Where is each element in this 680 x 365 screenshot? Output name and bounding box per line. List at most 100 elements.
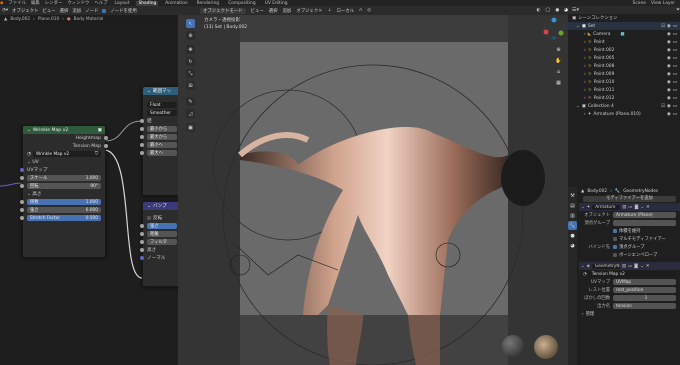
uv-map-field[interactable]: UVMap	[613, 279, 676, 285]
navigation-gizmo-icon[interactable]	[542, 17, 566, 41]
snap-icon[interactable]: ∩	[359, 8, 362, 13]
shield-icon[interactable]: ⛉	[95, 152, 98, 157]
orientation-dropdown[interactable]: ローカル	[337, 8, 355, 14]
expand-arrow-icon[interactable]: ›	[584, 96, 586, 101]
outliner-scene-collection[interactable]: ▣ シーンコレクション	[568, 14, 680, 22]
outliner-item[interactable]: › ☼ Point.009 ◉ ▭	[568, 70, 680, 78]
collapse-chevron-icon[interactable]: ⌄	[581, 264, 585, 269]
filter-icon[interactable]: ⏷	[676, 7, 680, 13]
gn-modifier-header[interactable]: ⌄ ◈ GeometryN ▤ ▭ ◙ ⌄ ✕	[579, 262, 680, 270]
expand-arrow-icon[interactable]: ›	[584, 88, 586, 93]
checkbox-icon[interactable]	[613, 253, 617, 257]
close-icon[interactable]: ✕	[646, 264, 650, 269]
group-selector[interactable]: ◔ Wrinkle Map v2 ⛉	[23, 150, 105, 158]
expand-arrow-icon[interactable]: ⌄	[576, 24, 580, 29]
camera-render-icon[interactable]: ▭	[673, 64, 677, 69]
checkbox-icon[interactable]	[613, 245, 617, 249]
vp-menu-add[interactable]: 追加	[283, 8, 292, 14]
view-layer-selector[interactable]: View Layer	[651, 1, 675, 6]
eye-icon[interactable]: ◉	[667, 96, 671, 101]
outliner-item[interactable]: ⌄ ▣ Collection 4 ☑ ◉ ▭	[568, 102, 680, 110]
eye-icon[interactable]: ◉	[667, 48, 671, 53]
checkbox-icon[interactable]	[147, 216, 151, 220]
vp-menu-object[interactable]: オブジェクト	[296, 8, 322, 14]
camera-render-icon[interactable]: ▭	[673, 48, 677, 53]
strength-field[interactable]: 強さ 6.000	[27, 206, 101, 214]
eye-icon[interactable]: ◉	[667, 64, 671, 69]
collapse-chevron-icon[interactable]: ⌄	[147, 89, 151, 94]
annotate-tool-icon[interactable]: ✎	[186, 97, 195, 106]
outliner-item[interactable]: › ☼ Point ◉ ▭	[568, 38, 680, 46]
add-modifier-button[interactable]: モディファイアーを追加	[583, 195, 676, 203]
cursor-tool-icon[interactable]: ⊕	[186, 31, 195, 40]
outliner-item[interactable]: › ☼ Point.008 ◉ ▭	[568, 62, 680, 70]
node-group-field[interactable]: Tension Map v2	[588, 271, 676, 277]
rest-position-field[interactable]: rest_position	[613, 287, 676, 293]
heightmap-socket[interactable]	[104, 136, 108, 140]
measure-tool-icon[interactable]: ◿	[186, 109, 195, 118]
vp-menu-view[interactable]: ビュー	[251, 8, 264, 14]
outliner-item[interactable]: › ☼ Point.010 ◉ ▭	[568, 78, 680, 86]
node-header-select[interactable]: 選択	[60, 8, 69, 14]
eye-icon[interactable]: ◉	[667, 112, 671, 117]
bump-node[interactable]: ⌄ バンプ 反転 強さ 距離 フィルタ 高さ ノーマル	[140, 201, 178, 287]
camera-render-icon[interactable]: ▭	[673, 112, 677, 117]
preserve-volume-row[interactable]: 体積を維持	[579, 227, 680, 235]
collapse-chevron-icon[interactable]: ⌄	[147, 204, 151, 209]
outliner-item[interactable]: ⌄ ▣ Set ☑ ◉ ▭	[568, 22, 680, 30]
overlay-icon[interactable]: ◯	[545, 8, 550, 13]
bone-envelope-row[interactable]: ボーンエンベロープ	[579, 251, 680, 259]
modifier-tab-icon[interactable]: 🔧	[568, 221, 577, 230]
outliner-item[interactable]: › ☼ Point.002 ◉ ▭	[568, 46, 680, 54]
dropdown-icon[interactable]: ⌄	[641, 205, 645, 210]
camera-render-icon[interactable]: ▭	[673, 104, 677, 109]
uv-socket[interactable]	[20, 168, 24, 172]
pan-hand-icon[interactable]: ✋	[554, 56, 563, 65]
mode-dropdown[interactable]: オブジェクトモード	[200, 7, 246, 14]
map-range-node[interactable]: ⌄ 範囲マッ Float Smoother 値 最小から 最大から 最小へ 最大…	[140, 86, 178, 196]
invert-checkbox[interactable]: 反転	[143, 214, 178, 222]
outliner-item[interactable]: › ◣ Camera ■ ◉ ▭	[568, 30, 680, 38]
zoom-icon[interactable]: ⊕	[554, 45, 563, 54]
tab-uv-editing[interactable]: UV Editing	[263, 1, 290, 6]
eye-icon[interactable]: ◉	[667, 32, 671, 37]
node-header-use-nodes[interactable]: ノードを使用	[110, 8, 136, 14]
camera-render-icon[interactable]: ▭	[673, 40, 677, 45]
tab-rendering[interactable]: Rendering	[195, 1, 221, 6]
eye-icon[interactable]: ◉	[667, 72, 671, 77]
scale-tool-icon[interactable]: ⤡	[186, 69, 195, 78]
world-sphere-icon[interactable]	[534, 335, 558, 359]
editmode-icon[interactable]: ▤	[622, 205, 626, 210]
outliner-type-icon[interactable]: ☰▾	[572, 7, 579, 13]
add-cube-tool-icon[interactable]: ▣	[186, 123, 195, 132]
shading-solid-icon[interactable]: ●	[555, 8, 559, 13]
scale-field[interactable]: スケール 1.000	[27, 174, 101, 182]
eye-icon[interactable]: ◉	[667, 24, 671, 29]
manage-section[interactable]: › 管理	[579, 310, 680, 318]
blender-logo-icon[interactable]: ◆	[0, 1, 3, 6]
transform-orientation-icon[interactable]: ⊥	[328, 8, 332, 13]
expand-arrow-icon[interactable]: ›	[584, 56, 586, 61]
camera-render-icon[interactable]: ▭	[673, 96, 677, 101]
checkbox-icon[interactable]: ☑	[661, 104, 665, 109]
matcap-sphere-icon[interactable]	[502, 335, 524, 357]
eye-icon[interactable]: ◉	[667, 80, 671, 85]
interpolation-dropdown[interactable]: Smoother	[147, 109, 177, 117]
monitor-icon[interactable]: ▭	[628, 264, 632, 269]
expand-arrow-icon[interactable]: ›	[584, 72, 586, 77]
rotate-tool-icon[interactable]: ↻	[186, 57, 195, 66]
camera-render-icon[interactable]: ▭	[673, 80, 677, 85]
smooth-field[interactable]: 1	[613, 295, 676, 301]
outliner-item[interactable]: › ☼ Point.005 ◉ ▭	[568, 54, 680, 62]
object-field[interactable]: Armature (Plane)	[613, 212, 676, 218]
outliner-item[interactable]: › ✦ Armature (Plane.010) ◉ ▭	[568, 110, 680, 118]
map-range-header[interactable]: ⌄ 範囲マッ	[143, 87, 178, 95]
camera-render-icon[interactable]: ▭	[673, 72, 677, 77]
eye-icon[interactable]: ◉	[667, 40, 671, 45]
tab-shading[interactable]: Shading	[136, 0, 159, 6]
node-header-view[interactable]: ビュー	[42, 8, 55, 14]
coef-field[interactable]: 係数 1.000	[27, 198, 101, 206]
node-header-add[interactable]: 追加	[72, 8, 81, 14]
proportional-icon[interactable]: ◎	[367, 8, 371, 13]
tab-layout[interactable]: Layout	[113, 1, 132, 6]
